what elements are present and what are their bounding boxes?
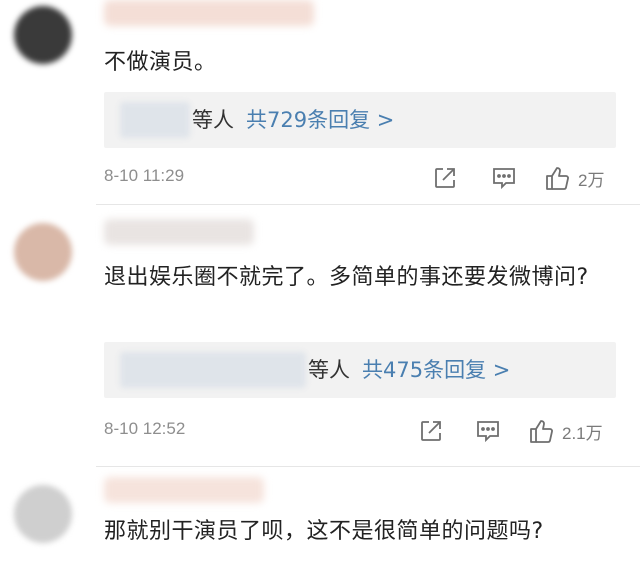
comment-text: 退出娱乐圈不就完了。多简单的事还要发微博问? — [104, 265, 589, 290]
like-count: 2万 — [578, 170, 605, 190]
avatar[interactable] — [14, 485, 72, 543]
comment-button[interactable] — [474, 415, 502, 447]
comment-meta: 8-10 12:52 2.1万 — [104, 415, 616, 447]
like-button[interactable]: 2万 — [544, 162, 604, 194]
comment-icon — [477, 421, 499, 443]
share-icon — [421, 421, 441, 441]
comment-icon — [493, 168, 515, 190]
reply-count-link[interactable]: 共729条回复 > — [246, 108, 394, 132]
reply-preview[interactable]: 等人 共729条回复 > — [104, 92, 616, 148]
username-blurred[interactable] — [104, 0, 314, 26]
comment-text: 那就别干演员了呗，这不是很简单的问题吗? — [104, 519, 544, 544]
comment-item: 退出娱乐圈不就完了。多简单的事还要发微博问? 等人 共475条回复 > 8-10 … — [0, 205, 640, 467]
timestamp: 8-10 12:52 — [104, 419, 186, 438]
reply-names: 等人 — [308, 358, 350, 382]
thumbs-up-icon — [530, 420, 553, 443]
share-button[interactable] — [418, 415, 444, 447]
avatar[interactable] — [14, 6, 72, 64]
thumbs-up-icon — [546, 167, 569, 190]
username-blurred[interactable] — [104, 477, 264, 503]
reply-usernames-blurred — [120, 102, 190, 138]
reply-count-link[interactable]: 共475条回复 > — [362, 358, 510, 382]
reply-names: 等人 — [192, 108, 234, 132]
reply-preview[interactable]: 等人 共475条回复 > — [104, 342, 616, 398]
avatar[interactable] — [14, 223, 72, 281]
comment-meta: 8-10 11:29 2万 — [104, 162, 616, 194]
like-button[interactable]: 2.1万 — [528, 415, 603, 447]
comment-button[interactable] — [490, 162, 518, 194]
comment-item: 不做演员。 等人 共729条回复 > 8-10 11:29 2万 — [0, 0, 640, 205]
like-count: 2.1万 — [562, 423, 603, 443]
reply-usernames-blurred — [120, 352, 306, 388]
timestamp: 8-10 11:29 — [104, 166, 185, 185]
share-icon — [435, 168, 455, 188]
username-blurred[interactable] — [104, 219, 254, 245]
share-button[interactable] — [432, 162, 458, 194]
comment-text: 不做演员。 — [104, 50, 217, 75]
comment-item: 那就别干演员了呗，这不是很简单的问题吗? — [0, 467, 640, 567]
